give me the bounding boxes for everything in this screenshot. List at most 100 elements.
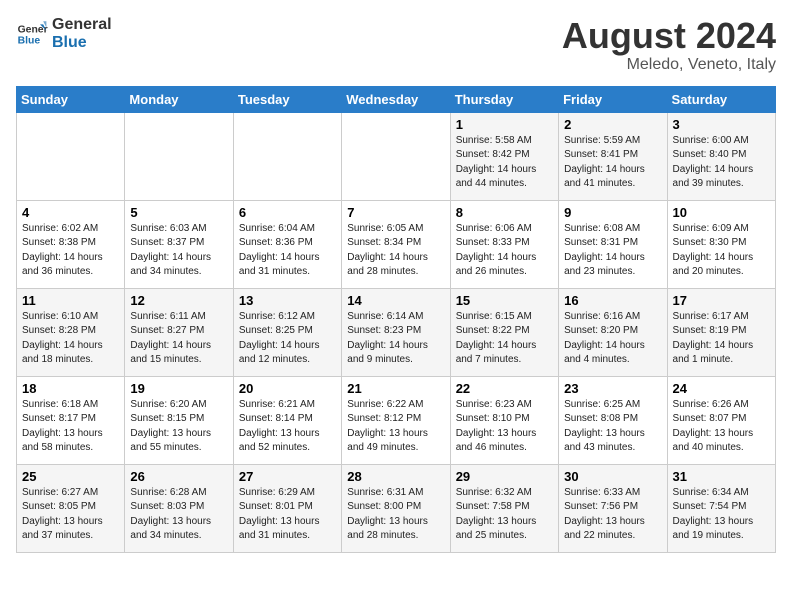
day-info: Sunrise: 6:27 AM Sunset: 8:05 PM Dayligh…: [22, 486, 119, 544]
day-header-sunday: Sunday: [17, 86, 125, 112]
day-number: 14: [347, 293, 444, 308]
calendar-cell: 21 Sunrise: 6:22 AM Sunset: 8:12 PM Dayli…: [342, 376, 450, 464]
day-header-thursday: Thursday: [450, 86, 558, 112]
day-number: 16: [564, 293, 661, 308]
calendar-week-1: 1 Sunrise: 5:58 AM Sunset: 8:42 PM Daylig…: [17, 112, 776, 200]
svg-text:Blue: Blue: [18, 36, 41, 47]
day-info: Sunrise: 6:23 AM Sunset: 8:10 PM Dayligh…: [456, 398, 553, 456]
calendar-cell: 11 Sunrise: 6:10 AM Sunset: 8:28 PM Dayli…: [17, 288, 125, 376]
day-info: Sunrise: 5:58 AM Sunset: 8:42 PM Dayligh…: [456, 134, 553, 192]
day-info: Sunrise: 6:04 AM Sunset: 8:36 PM Dayligh…: [239, 222, 336, 280]
day-number: 15: [456, 293, 553, 308]
day-info: Sunrise: 6:16 AM Sunset: 8:20 PM Dayligh…: [564, 310, 661, 368]
day-number: 11: [22, 293, 119, 308]
day-info: Sunrise: 6:02 AM Sunset: 8:38 PM Dayligh…: [22, 222, 119, 280]
day-info: Sunrise: 6:15 AM Sunset: 8:22 PM Dayligh…: [456, 310, 553, 368]
day-info: Sunrise: 6:09 AM Sunset: 8:30 PM Dayligh…: [673, 222, 770, 280]
calendar-cell: 6 Sunrise: 6:04 AM Sunset: 8:36 PM Daylig…: [233, 200, 341, 288]
day-info: Sunrise: 6:33 AM Sunset: 7:56 PM Dayligh…: [564, 486, 661, 544]
day-number: 9: [564, 205, 661, 220]
title-block: August 2024 Meledo, Veneto, Italy: [562, 16, 776, 74]
day-info: Sunrise: 6:18 AM Sunset: 8:17 PM Dayligh…: [22, 398, 119, 456]
calendar-week-4: 18 Sunrise: 6:18 AM Sunset: 8:17 PM Dayli…: [17, 376, 776, 464]
day-info: Sunrise: 6:05 AM Sunset: 8:34 PM Dayligh…: [347, 222, 444, 280]
day-info: Sunrise: 6:03 AM Sunset: 8:37 PM Dayligh…: [130, 222, 227, 280]
day-header-tuesday: Tuesday: [233, 86, 341, 112]
day-info: Sunrise: 6:20 AM Sunset: 8:15 PM Dayligh…: [130, 398, 227, 456]
day-number: 4: [22, 205, 119, 220]
day-info: Sunrise: 6:28 AM Sunset: 8:03 PM Dayligh…: [130, 486, 227, 544]
calendar-cell: 28Sunrise: 6:31 AM Sunset: 8:00 PM Dayli…: [342, 464, 450, 552]
day-info: Sunrise: 6:32 AM Sunset: 7:58 PM Dayligh…: [456, 486, 553, 544]
calendar-cell: 4 Sunrise: 6:02 AM Sunset: 8:38 PM Daylig…: [17, 200, 125, 288]
calendar-cell: 30 Sunrise: 6:33 AM Sunset: 7:56 PM Dayli…: [559, 464, 667, 552]
calendar-cell: 27Sunrise: 6:29 AM Sunset: 8:01 PM Dayli…: [233, 464, 341, 552]
day-info: Sunrise: 6:17 AM Sunset: 8:19 PM Dayligh…: [673, 310, 770, 368]
day-header-wednesday: Wednesday: [342, 86, 450, 112]
calendar-cell: 7 Sunrise: 6:05 AM Sunset: 8:34 PM Daylig…: [342, 200, 450, 288]
day-number: 31: [673, 469, 770, 484]
calendar-cell: 24 Sunrise: 6:26 AM Sunset: 8:07 PM Dayli…: [667, 376, 775, 464]
day-number: 20: [239, 381, 336, 396]
day-info: Sunrise: 6:22 AM Sunset: 8:12 PM Dayligh…: [347, 398, 444, 456]
day-info: Sunrise: 6:12 AM Sunset: 8:25 PM Dayligh…: [239, 310, 336, 368]
logo: General Blue General Blue: [16, 16, 112, 53]
calendar-cell: [17, 112, 125, 200]
day-number: 18: [22, 381, 119, 396]
calendar-cell: 20 Sunrise: 6:21 AM Sunset: 8:14 PM Dayli…: [233, 376, 341, 464]
calendar-week-5: 25 Sunrise: 6:27 AM Sunset: 8:05 PM Dayli…: [17, 464, 776, 552]
day-number: 2: [564, 117, 661, 132]
calendar-cell: 29Sunrise: 6:32 AM Sunset: 7:58 PM Dayli…: [450, 464, 558, 552]
calendar-cell: 26 Sunrise: 6:28 AM Sunset: 8:03 PM Dayli…: [125, 464, 233, 552]
day-info: Sunrise: 6:14 AM Sunset: 8:23 PM Dayligh…: [347, 310, 444, 368]
calendar-cell: 18 Sunrise: 6:18 AM Sunset: 8:17 PM Dayli…: [17, 376, 125, 464]
calendar-cell: 17 Sunrise: 6:17 AM Sunset: 8:19 PM Dayli…: [667, 288, 775, 376]
day-info: Sunrise: 6:10 AM Sunset: 8:28 PM Dayligh…: [22, 310, 119, 368]
calendar-cell: 13 Sunrise: 6:12 AM Sunset: 8:25 PM Dayli…: [233, 288, 341, 376]
day-number: 25: [22, 469, 119, 484]
day-header-friday: Friday: [559, 86, 667, 112]
day-number: 3: [673, 117, 770, 132]
day-header-monday: Monday: [125, 86, 233, 112]
calendar-cell: 12Sunrise: 6:11 AM Sunset: 8:27 PM Dayli…: [125, 288, 233, 376]
day-number: 17: [673, 293, 770, 308]
day-info: Sunrise: 6:00 AM Sunset: 8:40 PM Dayligh…: [673, 134, 770, 192]
day-number: 21: [347, 381, 444, 396]
calendar-cell: 3 Sunrise: 6:00 AM Sunset: 8:40 PM Daylig…: [667, 112, 775, 200]
day-number: 7: [347, 205, 444, 220]
day-info: Sunrise: 6:31 AM Sunset: 8:00 PM Dayligh…: [347, 486, 444, 544]
day-number: 22: [456, 381, 553, 396]
day-number: 24: [673, 381, 770, 396]
calendar-cell: 19Sunrise: 6:20 AM Sunset: 8:15 PM Dayli…: [125, 376, 233, 464]
calendar-cell: 31 Sunrise: 6:34 AM Sunset: 7:54 PM Dayli…: [667, 464, 775, 552]
calendar-cell: 23 Sunrise: 6:25 AM Sunset: 8:08 PM Dayli…: [559, 376, 667, 464]
calendar-cell: 14 Sunrise: 6:14 AM Sunset: 8:23 PM Dayli…: [342, 288, 450, 376]
calendar-cell: 15 Sunrise: 6:15 AM Sunset: 8:22 PM Dayli…: [450, 288, 558, 376]
day-number: 23: [564, 381, 661, 396]
logo-text-block: General Blue: [52, 16, 112, 53]
day-number: 6: [239, 205, 336, 220]
logo-blue: Blue: [52, 34, 112, 52]
day-info: Sunrise: 6:34 AM Sunset: 7:54 PM Dayligh…: [673, 486, 770, 544]
day-number: 8: [456, 205, 553, 220]
day-number: 26: [130, 469, 227, 484]
calendar-cell: 5 Sunrise: 6:03 AM Sunset: 8:37 PM Daylig…: [125, 200, 233, 288]
day-header-saturday: Saturday: [667, 86, 775, 112]
calendar-cell: 2 Sunrise: 5:59 AM Sunset: 8:41 PM Daylig…: [559, 112, 667, 200]
calendar-cell: 25 Sunrise: 6:27 AM Sunset: 8:05 PM Dayli…: [17, 464, 125, 552]
page-header: General Blue General Blue August 2024 Me…: [16, 16, 776, 74]
day-info: Sunrise: 6:21 AM Sunset: 8:14 PM Dayligh…: [239, 398, 336, 456]
month-year-title: August 2024: [562, 16, 776, 56]
day-info: Sunrise: 5:59 AM Sunset: 8:41 PM Dayligh…: [564, 134, 661, 192]
calendar-cell: 10Sunrise: 6:09 AM Sunset: 8:30 PM Dayli…: [667, 200, 775, 288]
day-number: 5: [130, 205, 227, 220]
logo-icon: General Blue: [16, 18, 48, 50]
day-info: Sunrise: 6:25 AM Sunset: 8:08 PM Dayligh…: [564, 398, 661, 456]
day-number: 1: [456, 117, 553, 132]
calendar-cell: 9Sunrise: 6:08 AM Sunset: 8:31 PM Daylig…: [559, 200, 667, 288]
calendar-cell: [233, 112, 341, 200]
day-info: Sunrise: 6:26 AM Sunset: 8:07 PM Dayligh…: [673, 398, 770, 456]
calendar-week-3: 11 Sunrise: 6:10 AM Sunset: 8:28 PM Dayli…: [17, 288, 776, 376]
day-number: 13: [239, 293, 336, 308]
day-number: 30: [564, 469, 661, 484]
